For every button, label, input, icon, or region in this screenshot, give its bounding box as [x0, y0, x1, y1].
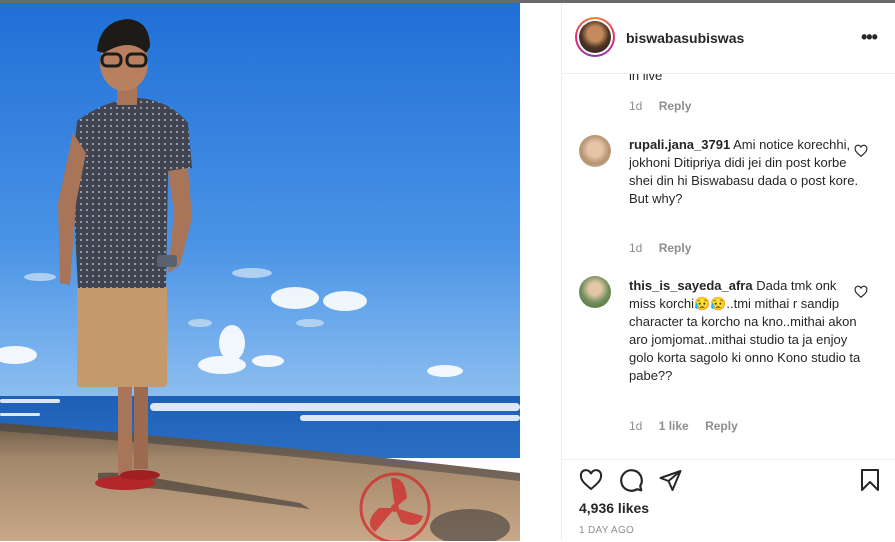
bookmark-icon[interactable]: [858, 467, 882, 493]
post-header: biswabasubiswas •••: [562, 3, 895, 74]
post-photo[interactable]: [0, 3, 520, 541]
comment-icon[interactable]: [618, 467, 644, 493]
comment-meta: 1d 1 like Reply: [629, 419, 751, 433]
comment-time: 1d: [629, 419, 643, 433]
reply-button[interactable]: Reply: [659, 241, 692, 255]
more-icon[interactable]: •••: [861, 27, 878, 48]
comment-meta: 1d Reply: [629, 99, 704, 113]
post-side-panel: biswabasubiswas ••• in live 1d Reply rup…: [561, 3, 895, 541]
comment-username[interactable]: rupali.jana_3791: [629, 137, 730, 152]
reply-button[interactable]: Reply: [659, 99, 692, 113]
comments-list[interactable]: in live 1d Reply rupali.jana_3791 Ami no…: [562, 74, 895, 459]
comment-meta: 1d Reply: [629, 241, 704, 255]
commenter-avatar[interactable]: [579, 135, 611, 167]
reply-button[interactable]: Reply: [705, 419, 738, 433]
comment-text: rupali.jana_3791 Ami notice korechhi, jo…: [629, 137, 859, 206]
comment-like-icon[interactable]: [854, 144, 868, 158]
comment-like-icon[interactable]: [854, 285, 868, 299]
share-icon[interactable]: [658, 468, 683, 492]
comment-likes[interactable]: 1 like: [659, 419, 689, 433]
comment-username[interactable]: this_is_sayeda_afra: [629, 278, 753, 293]
commenter-avatar[interactable]: [579, 276, 611, 308]
comment-text: in live: [629, 74, 663, 83]
post-timestamp[interactable]: 1 DAY AGO: [579, 525, 634, 536]
comment-time: 1d: [629, 99, 643, 113]
author-avatar[interactable]: [575, 17, 615, 57]
comment-time: 1d: [629, 241, 643, 255]
likes-count[interactable]: 4,936 likes: [579, 500, 649, 516]
heart-icon[interactable]: [578, 468, 604, 492]
comment-text: this_is_sayeda_afra Dada tmk onk miss ko…: [629, 278, 861, 383]
author-username[interactable]: biswabasubiswas: [626, 30, 744, 46]
post-actions: 4,936 likes 1 DAY AGO: [562, 459, 895, 542]
